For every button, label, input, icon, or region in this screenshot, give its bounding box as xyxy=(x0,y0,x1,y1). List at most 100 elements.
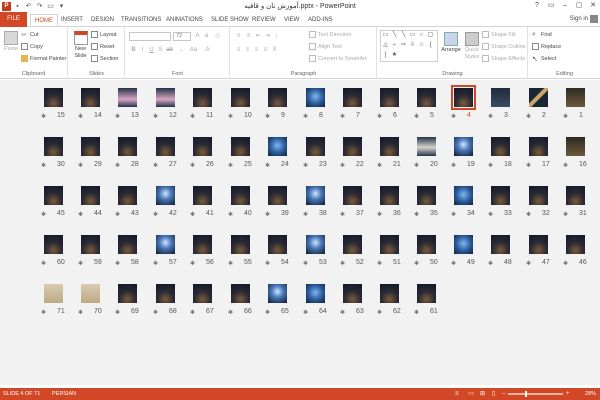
reset-button[interactable]: Reset xyxy=(91,43,114,50)
transition-star-icon[interactable]: ✱ xyxy=(451,260,456,267)
slide-thumbnail-54[interactable] xyxy=(268,235,287,254)
transition-star-icon[interactable]: ✱ xyxy=(451,211,456,218)
transition-star-icon[interactable]: ✱ xyxy=(303,113,308,120)
transition-star-icon[interactable]: ✱ xyxy=(414,211,419,218)
clear-formatting-icon[interactable]: ◇ xyxy=(214,33,221,40)
slide-thumbnail-44[interactable] xyxy=(81,186,100,205)
arrange-button[interactable]: Arrange xyxy=(441,32,461,54)
slide-thumbnail-69[interactable] xyxy=(118,284,137,303)
slide-thumbnail-56[interactable] xyxy=(193,235,212,254)
slide-thumbnail-6[interactable] xyxy=(380,88,399,107)
slide-thumbnail-1[interactable] xyxy=(566,88,585,107)
strikethrough-icon[interactable]: ab xyxy=(166,47,173,54)
transition-star-icon[interactable]: ✱ xyxy=(190,113,195,120)
convert-smartart-button[interactable]: Convert to SmartArt xyxy=(309,55,367,62)
transition-star-icon[interactable]: ✱ xyxy=(303,211,308,218)
transition-star-icon[interactable]: ✱ xyxy=(228,260,233,267)
transition-star-icon[interactable]: ✱ xyxy=(153,162,158,169)
slide-sorter-view-icon[interactable]: ⊞ xyxy=(480,388,485,400)
slide-thumbnail-34[interactable] xyxy=(454,186,473,205)
underline-icon[interactable]: U xyxy=(148,47,155,54)
shape-outline-button[interactable]: Shape Outline xyxy=(482,43,526,50)
slide-thumbnail-49[interactable] xyxy=(454,235,473,254)
increase-indent-icon[interactable]: ⇥ xyxy=(264,33,271,40)
shape-effects-button[interactable]: Shape Effects xyxy=(482,55,525,62)
ribbon-display-icon[interactable]: ▭ xyxy=(544,0,558,11)
zoom-level[interactable]: 28% xyxy=(585,388,596,400)
transition-star-icon[interactable]: ✱ xyxy=(190,211,195,218)
slide-thumbnail-53[interactable] xyxy=(306,235,325,254)
font-name-combo[interactable] xyxy=(129,32,171,41)
slide-thumbnail-14[interactable] xyxy=(81,88,100,107)
transition-star-icon[interactable]: ✱ xyxy=(153,260,158,267)
slide-thumbnail-23[interactable] xyxy=(306,137,325,156)
transition-star-icon[interactable]: ✱ xyxy=(265,211,270,218)
textbox-shape-icon[interactable]: ▭ xyxy=(382,32,389,39)
transition-star-icon[interactable]: ✱ xyxy=(78,309,83,316)
slide-thumbnail-64[interactable] xyxy=(306,284,325,303)
tab-insert[interactable]: INSERT xyxy=(57,14,87,26)
slide-thumbnail-63[interactable] xyxy=(343,284,362,303)
transition-star-icon[interactable]: ✱ xyxy=(78,260,83,267)
slide-thumbnail-51[interactable] xyxy=(380,235,399,254)
help-icon[interactable]: ? xyxy=(530,0,544,11)
transition-star-icon[interactable]: ✱ xyxy=(115,113,120,120)
transition-star-icon[interactable]: ✱ xyxy=(41,309,46,316)
slide-thumbnail-70[interactable] xyxy=(81,284,100,303)
transition-star-icon[interactable]: ✱ xyxy=(78,211,83,218)
slide-thumbnail-7[interactable] xyxy=(343,88,362,107)
transition-star-icon[interactable]: ✱ xyxy=(340,309,345,316)
zoom-slider[interactable] xyxy=(508,393,563,395)
slide-thumbnail-47[interactable] xyxy=(529,235,548,254)
shape-fill-button[interactable]: Shape Fill xyxy=(482,31,515,38)
slide-thumbnail-68[interactable] xyxy=(156,284,175,303)
slide-thumbnail-58[interactable] xyxy=(118,235,137,254)
align-right-icon[interactable]: ≡ xyxy=(253,47,260,54)
slide-thumbnail-45[interactable] xyxy=(44,186,63,205)
slide-thumbnail-71[interactable] xyxy=(44,284,63,303)
transition-star-icon[interactable]: ✱ xyxy=(488,260,493,267)
notes-icon[interactable]: ≡ xyxy=(455,388,459,400)
slide-thumbnail-26[interactable] xyxy=(193,137,212,156)
transition-star-icon[interactable]: ✱ xyxy=(414,309,419,316)
slide-thumbnail-13[interactable] xyxy=(118,88,137,107)
character-spacing-icon[interactable]: ↔ xyxy=(178,47,185,54)
slide-thumbnail-21[interactable] xyxy=(380,137,399,156)
change-case-icon[interactable]: Aa xyxy=(190,47,197,54)
slide-thumbnail-59[interactable] xyxy=(81,235,100,254)
numbering-icon[interactable]: ≡ xyxy=(245,33,252,40)
slide-thumbnail-5[interactable] xyxy=(417,88,436,107)
slide-thumbnail-11[interactable] xyxy=(193,88,212,107)
justify-icon[interactable]: ≡ xyxy=(262,47,269,54)
shrink-font-icon[interactable]: a xyxy=(203,33,210,40)
transition-star-icon[interactable]: ✱ xyxy=(377,309,382,316)
tab-design[interactable]: DESIGN xyxy=(87,14,118,26)
brace-shape-icon[interactable]: } xyxy=(382,52,389,59)
transition-star-icon[interactable]: ✱ xyxy=(190,162,195,169)
arrow-shape-icon[interactable]: ⇩ xyxy=(409,42,416,49)
slide-thumbnail-50[interactable] xyxy=(417,235,436,254)
slide-thumbnail-27[interactable] xyxy=(156,137,175,156)
slide-thumbnail-19[interactable] xyxy=(454,137,473,156)
sign-in-link[interactable]: Sign in xyxy=(570,16,588,22)
transition-star-icon[interactable]: ✱ xyxy=(340,211,345,218)
transition-star-icon[interactable]: ✱ xyxy=(488,211,493,218)
slide-thumbnail-65[interactable] xyxy=(268,284,287,303)
slide-thumbnail-28[interactable] xyxy=(118,137,137,156)
transition-star-icon[interactable]: ✱ xyxy=(303,162,308,169)
tab-animations[interactable]: ANIMATIONS xyxy=(162,14,207,26)
tab-review[interactable]: REVIEW xyxy=(248,14,280,26)
slide-thumbnail-33[interactable] xyxy=(491,186,510,205)
transition-star-icon[interactable]: ✱ xyxy=(153,211,158,218)
rectangle-shape-icon[interactable]: ▭ xyxy=(409,32,416,39)
transition-star-icon[interactable]: ✱ xyxy=(153,309,158,316)
transition-star-icon[interactable]: ✱ xyxy=(78,113,83,120)
reading-view-icon[interactable]: ▯ xyxy=(492,388,495,400)
transition-star-icon[interactable]: ✱ xyxy=(526,211,531,218)
transition-star-icon[interactable]: ✱ xyxy=(228,162,233,169)
slide-thumbnail-10[interactable] xyxy=(231,88,250,107)
transition-star-icon[interactable]: ✱ xyxy=(414,162,419,169)
transition-star-icon[interactable]: ✱ xyxy=(451,162,456,169)
slide-thumbnail-61[interactable] xyxy=(417,284,436,303)
transition-star-icon[interactable]: ✱ xyxy=(265,260,270,267)
